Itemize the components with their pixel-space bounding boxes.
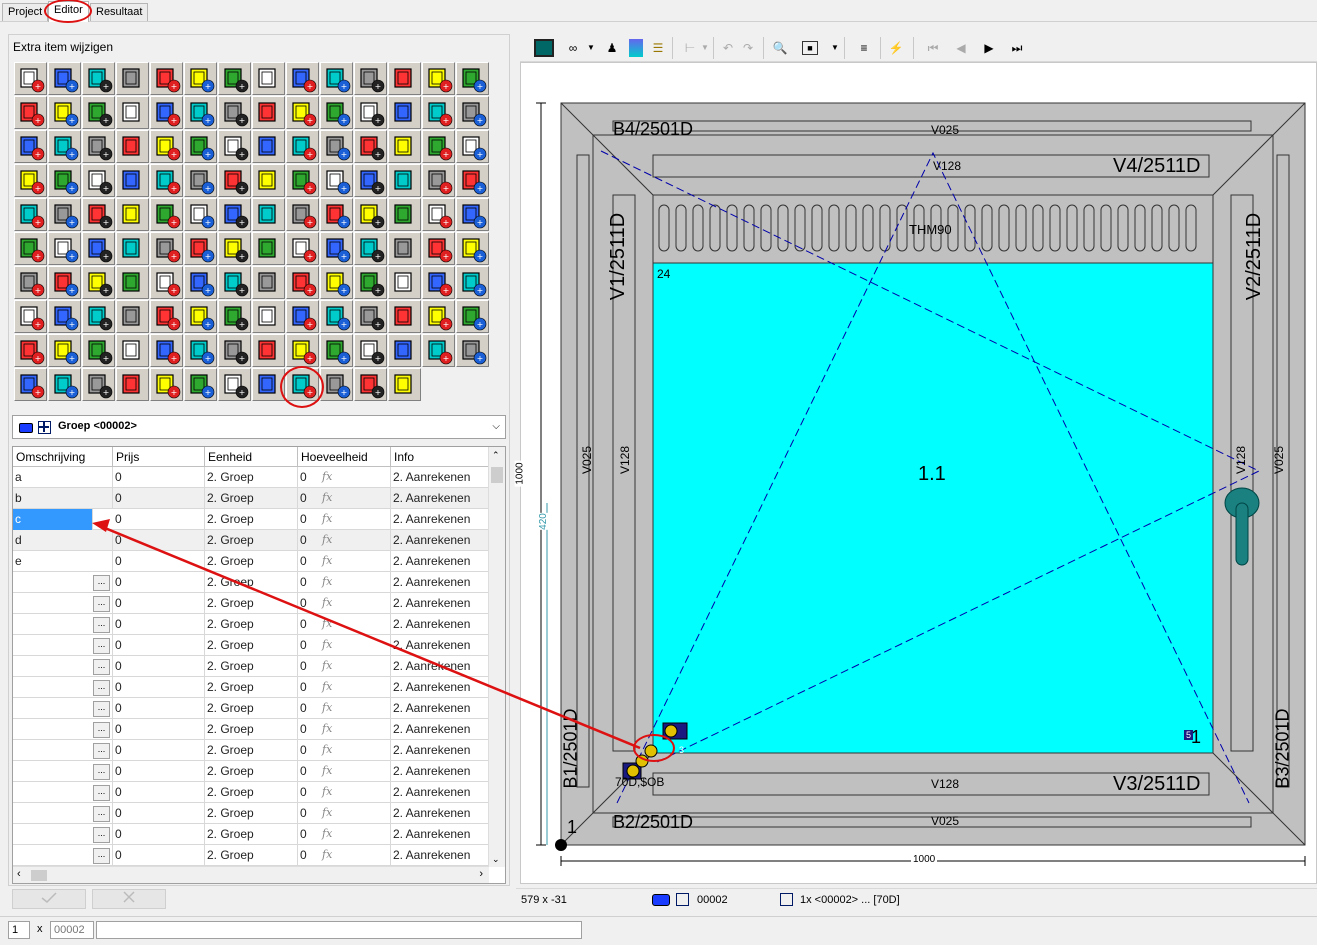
times-label: x — [37, 923, 43, 935]
status-group-code: 00002 — [697, 894, 728, 906]
bottom-statusbar: 1 x 00002 — [0, 916, 1317, 945]
annotation-target — [13, 510, 91, 528]
annotation-arrow-line — [99, 524, 641, 750]
code-field[interactable]: 00002 — [50, 921, 94, 939]
window-grid-icon — [780, 893, 793, 906]
color-swatch — [652, 894, 670, 906]
status-summary: 1x <00002> ... [70D] — [800, 894, 900, 906]
quantity-field[interactable]: 1 — [8, 921, 30, 939]
cursor-coordinates: 579 x -31 — [521, 894, 567, 906]
description-field[interactable] — [96, 921, 582, 939]
canvas-statusbar: 579 x -31 00002 1x <00002> ... [70D] — [516, 888, 1317, 912]
annotation-overlay — [13, 510, 641, 750]
window-grid-icon — [676, 893, 689, 906]
